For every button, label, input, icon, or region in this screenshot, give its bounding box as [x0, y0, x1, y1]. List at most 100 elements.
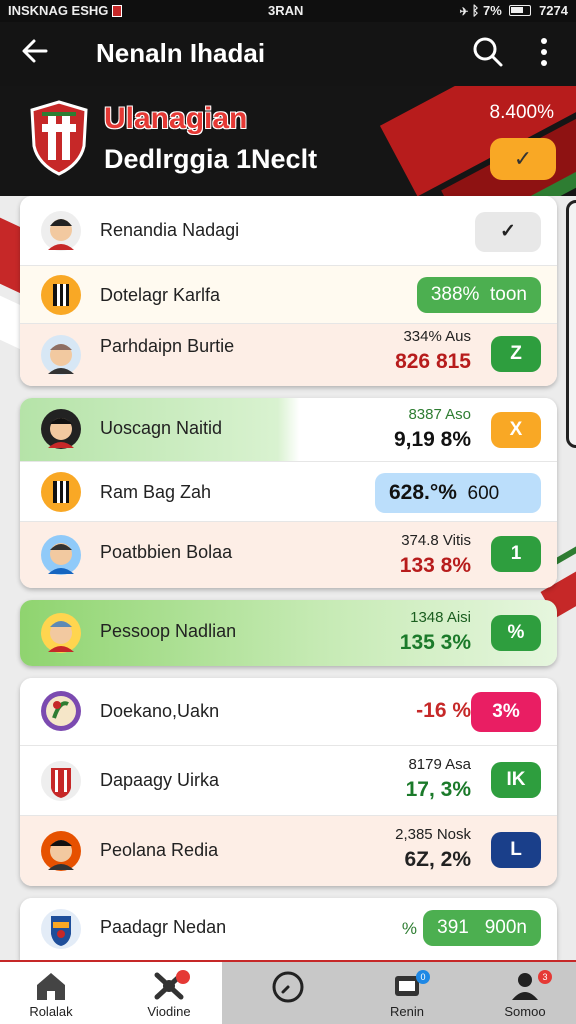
club-crest-icon — [28, 100, 90, 176]
club-name: Ulanagian — [104, 102, 248, 135]
notification-badge: 0 — [416, 970, 430, 984]
stat-line: 8179 Asa — [408, 756, 471, 773]
nav-item-timer[interactable] — [243, 968, 333, 1024]
list-item[interactable]: Paadagr Nedan % 391 900n — [20, 898, 557, 960]
back-button[interactable] — [20, 36, 54, 70]
action-badge[interactable]: 3% — [471, 692, 541, 732]
list-item[interactable]: Poatbbien Bolaa 374.8 Vitis 133 8% 1 — [20, 522, 557, 588]
action-badge[interactable]: X — [491, 412, 541, 448]
nav-item-news[interactable]: 0 Renin — [362, 968, 452, 1024]
clock-icon — [272, 971, 304, 1003]
confirm-button[interactable]: ✓ — [490, 138, 556, 180]
player-name: Renandia Nadagi — [100, 220, 240, 240]
signal-icon: ✈ — [460, 3, 468, 18]
list-item[interactable]: Doekano,Uakn -16 % 3% — [20, 678, 557, 746]
battery-percent: 7% — [483, 3, 502, 18]
action-badge[interactable]: Z — [491, 336, 541, 372]
player-avatar — [41, 613, 81, 653]
status-bar: INSKNAG ESHG 3RAN ✈ ᛒ 7% 7274 — [0, 0, 576, 22]
nav-item-videos[interactable]: Viodine — [124, 968, 214, 1024]
stat-line: 374.8 Vitis — [401, 532, 471, 549]
stat-line: 2,385 Nosk — [395, 826, 471, 843]
list-item[interactable]: Peolana Redia 2,385 Nosk 6Z, 2% L — [20, 816, 557, 886]
list-item[interactable]: Ram Bag Zah 628.°% 600 — [20, 462, 557, 522]
stat-value: 9,19 8% — [393, 428, 471, 451]
player-name: Paadagr Nedan — [100, 917, 227, 937]
user-icon — [512, 973, 538, 1000]
player-group-card: Renandia Nadagi ✓ Dotelagr Karlfa 388% t… — [20, 196, 557, 386]
list-item[interactable]: Parhdaipn Burtie 334% Aus 826 815 Z — [20, 324, 557, 386]
bottom-navigation: Rolalak Viodine 0 Renin 3 Somoo — [0, 960, 576, 1024]
action-badge[interactable]: IK — [491, 762, 541, 798]
stat-value: 391 — [437, 917, 469, 938]
stat-value: 826 815 — [395, 350, 471, 373]
check-button[interactable]: ✓ — [475, 212, 541, 252]
list-item[interactable]: Uoscagn Naitid 8387 Aso 9,19 8% X — [20, 398, 557, 462]
nav-label: Renin — [390, 1004, 424, 1019]
stat-line: 8387 Aso — [408, 406, 471, 423]
nav-label: Somoo — [504, 1004, 546, 1019]
player-group-card: Pessoop Nadlian 1348 Aisi 135 3% % — [20, 600, 557, 666]
stat-pill[interactable]: 391 900n — [423, 910, 541, 946]
stat-value: 133 8% — [399, 554, 471, 577]
list-item[interactable]: Dotelagr Karlfa 388% toon — [20, 266, 557, 324]
player-name: Dotelagr Karlfa — [100, 285, 221, 305]
notification-dot — [176, 970, 190, 984]
nav-item-home[interactable]: Rolalak — [6, 968, 96, 1024]
search-icon — [473, 37, 503, 67]
page-title: Nenaln Ihadai — [96, 38, 266, 68]
player-name: Ram Bag Zah — [100, 482, 212, 502]
player-name: Pessoop Nadlian — [100, 621, 237, 641]
stat-suffix: 600 — [467, 483, 500, 504]
action-badge[interactable]: L — [491, 832, 541, 868]
list-item[interactable]: Renandia Nadagi ✓ — [20, 196, 557, 266]
action-badge[interactable]: % — [491, 615, 541, 651]
more-menu-button[interactable] — [532, 36, 556, 68]
stat-pill[interactable]: 628.°% 600 — [375, 473, 541, 513]
arrow-left-icon — [22, 39, 48, 63]
player-name: Doekano,Uakn — [100, 701, 220, 721]
stat-value: 388% — [430, 284, 480, 305]
notification-badge: 3 — [538, 970, 552, 984]
status-time: 7274 — [539, 3, 568, 18]
search-button[interactable] — [472, 36, 504, 68]
player-name: Parhdaipn Burtie — [100, 336, 235, 356]
status-carrier-text: INSKNAG ESHG — [8, 3, 109, 18]
bluetooth-icon: ᛒ — [471, 3, 480, 18]
action-badge[interactable]: 1 — [491, 536, 541, 572]
flag-icon — [112, 5, 123, 17]
player-avatar — [41, 535, 81, 575]
club-header: Ulanagian Dedlrggia 1Neclt 8.400% ✓ — [0, 86, 576, 196]
club-badge-icon — [41, 761, 81, 801]
player-avatar — [41, 211, 81, 251]
stat-value: 17, 3% — [405, 778, 471, 801]
status-bar-left: INSKNAG ESHG — [8, 3, 123, 18]
list-item[interactable]: Pessoop Nadlian 1348 Aisi 135 3% % — [20, 600, 557, 666]
player-name: Peolana Redia — [100, 840, 219, 860]
player-avatar — [41, 831, 81, 871]
nav-item-profile[interactable]: 3 Somoo — [480, 968, 570, 1024]
app-bar: Nenaln Ihadai — [0, 22, 576, 86]
player-name: Uoscagn Naitid — [100, 418, 223, 438]
club-badge-icon — [41, 275, 81, 315]
stat-value: 628.°% — [389, 481, 457, 504]
stat-value: 6Z, 2% — [404, 848, 471, 871]
nav-label: Rolalak — [29, 1004, 73, 1019]
club-subtitle: Dedlrggia 1Neclt — [104, 144, 318, 174]
player-name: Poatbbien Bolaa — [100, 542, 233, 562]
club-badge-icon — [41, 691, 81, 731]
player-name: Dapaagy Uirka — [100, 770, 220, 790]
player-group-card: Paadagr Nedan % 391 900n — [20, 898, 557, 960]
battery-icon — [509, 5, 532, 16]
stat-prefix: % — [401, 919, 417, 938]
player-group-card: Uoscagn Naitid 8387 Aso 9,19 8% X Ram Ba… — [20, 398, 557, 588]
stat-line: 334% Aus — [403, 328, 471, 345]
player-group-card: Doekano,Uakn -16 % 3% Dapaagy Uirka 8179… — [20, 678, 557, 886]
status-bar-right: ✈ ᛒ 7% 7274 — [460, 3, 568, 18]
status-bar-center: 3RAN — [268, 3, 304, 18]
stat-suffix: 900n — [484, 917, 527, 938]
stat-pill[interactable]: 388% toon — [416, 277, 541, 313]
stat-value: 135 3% — [399, 631, 471, 654]
club-badge-icon — [41, 909, 81, 949]
list-item[interactable]: Dapaagy Uirka 8179 Asa 17, 3% IK — [20, 746, 557, 816]
